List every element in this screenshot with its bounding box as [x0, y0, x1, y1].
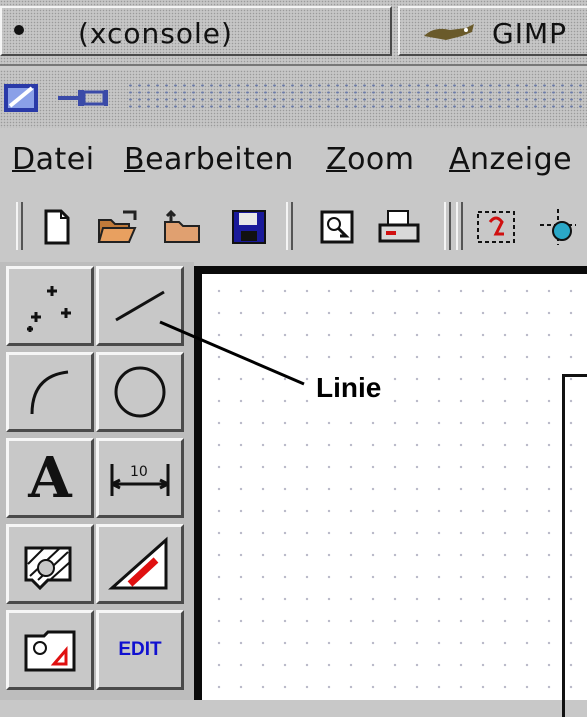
hatch-icon	[24, 546, 72, 590]
image-icon	[24, 630, 76, 672]
svg-text:10: 10	[130, 464, 148, 480]
save-floppy-icon[interactable]	[226, 204, 272, 250]
open-folder-icon[interactable]	[96, 204, 142, 250]
menu-bearbeiten[interactable]: Bearbeiten	[124, 142, 294, 177]
titlebar-pattern	[126, 82, 587, 108]
pin-icon[interactable]	[58, 86, 110, 110]
text-tool[interactable]: A	[6, 438, 94, 518]
points-tool[interactable]	[6, 266, 94, 346]
toolbar	[0, 196, 587, 258]
image-tool[interactable]	[6, 610, 94, 690]
menu-datei[interactable]: Datei	[12, 142, 95, 177]
circle-tool[interactable]	[96, 352, 184, 432]
text-glyph: A	[28, 445, 72, 511]
gimp-icon	[424, 24, 474, 40]
drawing-canvas[interactable]	[194, 266, 587, 717]
new-document-icon[interactable]	[34, 204, 80, 250]
task-gimp[interactable]: GIMP	[398, 6, 587, 56]
dimension-tool[interactable]: 10	[96, 438, 184, 518]
measure-tool[interactable]	[96, 524, 184, 604]
circle-icon	[114, 366, 166, 418]
task-xconsole[interactable]: (xconsole)	[0, 6, 392, 56]
toolbar-separator	[286, 202, 293, 250]
task-label: (xconsole)	[78, 17, 233, 50]
dimension-icon: 10	[110, 464, 170, 496]
measure-icon	[108, 536, 168, 590]
menu-zoom[interactable]: Zoom	[326, 142, 415, 177]
arc-icon	[30, 370, 69, 415]
folder-icon[interactable]	[160, 204, 206, 250]
redraw-icon[interactable]	[474, 204, 520, 250]
toolbar-separator	[456, 202, 463, 250]
menu-anzeige[interactable]: Anzeige	[449, 142, 572, 177]
bullet-icon	[14, 25, 24, 35]
arc-tool[interactable]	[6, 352, 94, 432]
line-icon	[115, 290, 165, 322]
toolbar-grip[interactable]	[16, 202, 23, 250]
app-icon[interactable]	[2, 80, 42, 116]
drawn-rectangle[interactable]	[562, 374, 587, 717]
task-label: GIMP	[492, 17, 567, 50]
taskbar: (xconsole) GIMP	[0, 0, 587, 66]
line-tool[interactable]	[96, 266, 184, 346]
print-preview-icon[interactable]	[314, 204, 360, 250]
tool-palette: A 10 EDIT	[0, 262, 194, 700]
edit-tool[interactable]: EDIT	[96, 610, 184, 690]
points-icon	[27, 286, 71, 332]
printer-icon[interactable]	[376, 204, 422, 250]
edit-label: EDIT	[118, 639, 162, 660]
snap-icon[interactable]	[536, 204, 582, 250]
hatch-tool[interactable]	[6, 524, 94, 604]
menubar: Datei Bearbeiten Zoom Anzeige	[0, 136, 587, 188]
callout-label: Linie	[314, 372, 384, 404]
toolbar-separator	[444, 202, 451, 250]
window-titlebar[interactable]	[0, 70, 587, 128]
